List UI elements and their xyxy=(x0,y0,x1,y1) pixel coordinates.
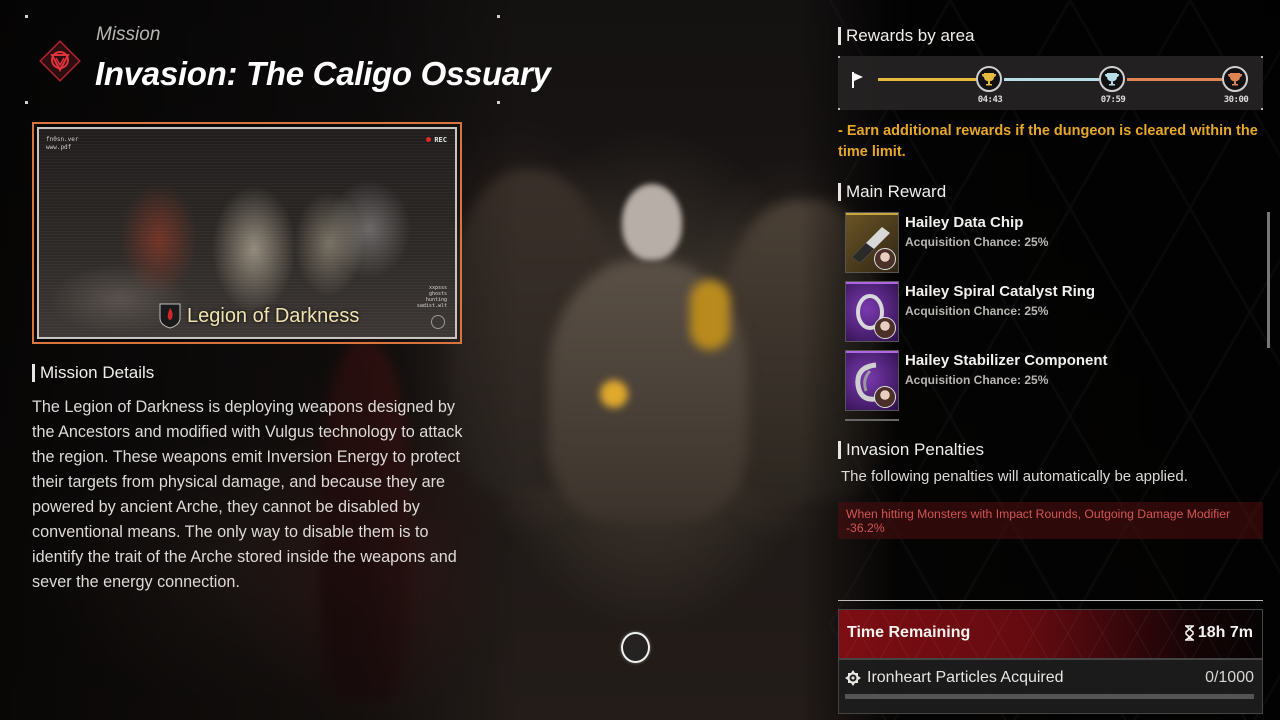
faction-preview: fn0sn.ver www.pdf REC xxpsss ghosts hunt… xyxy=(32,122,462,344)
timeline-segment-gold xyxy=(878,78,976,81)
globe-icon xyxy=(431,315,445,329)
background-figure xyxy=(690,280,730,350)
tier-time: 04:43 xyxy=(977,95,1003,105)
tier-time: 30:00 xyxy=(1223,95,1249,105)
rewards-by-area-heading: Rewards by area xyxy=(838,26,975,46)
rec-dot-icon xyxy=(426,137,432,142)
frame-corner xyxy=(497,101,500,104)
penalty-item: When hitting Monsters with Impact Rounds… xyxy=(838,502,1263,539)
ironheart-particles-panel: Ironheart Particles Acquired 0/1000 xyxy=(838,659,1263,714)
rec-indicator: REC xyxy=(426,136,447,144)
frame-corner xyxy=(25,15,28,18)
start-flag-icon xyxy=(852,72,863,88)
preview-image: fn0sn.ver www.pdf REC xxpsss ghosts hunt… xyxy=(37,127,457,339)
particles-progress-bar xyxy=(845,694,1254,699)
invasion-penalties-heading: Invasion Penalties xyxy=(838,440,984,460)
hourglass-icon xyxy=(1184,625,1194,641)
reward-item[interactable]: Hailey Stabilizer Component Acquisition … xyxy=(845,350,1245,419)
reward-list: Hailey Data Chip Acquisition Chance: 25%… xyxy=(845,212,1245,419)
cursor-ring xyxy=(621,632,650,663)
divider xyxy=(838,600,1263,601)
time-remaining-panel: Time Remaining 18h 7m xyxy=(838,609,1263,659)
invasion-emblem-icon xyxy=(37,38,83,84)
mission-details-text: The Legion of Darkness is deploying weap… xyxy=(32,398,463,591)
character-avatar xyxy=(874,248,896,270)
reward-thumbnail xyxy=(845,281,899,342)
character-avatar xyxy=(874,317,896,339)
frame-corner xyxy=(497,15,500,18)
reward-scrollbar[interactable] xyxy=(1267,212,1270,348)
mission-label: Mission xyxy=(96,24,161,45)
time-remaining-value: 18h 7m xyxy=(1184,624,1253,642)
tier-time: 07:59 xyxy=(1100,95,1126,105)
reward-item-partial xyxy=(845,419,899,421)
particles-value: 0/1000 xyxy=(1205,669,1254,686)
overlay-text: fn0sn.ver www.pdf xyxy=(46,136,79,151)
reward-item[interactable]: Hailey Data Chip Acquisition Chance: 25% xyxy=(845,212,1245,281)
timeline-segment-silver xyxy=(1004,78,1099,81)
silver-trophy-icon[interactable] xyxy=(1099,66,1125,92)
clear-time-timeline: 04:43 07:59 30:00 xyxy=(838,56,1263,110)
faction-name: Legion of Darkness xyxy=(187,304,360,327)
mission-details-heading: Mission Details xyxy=(32,363,154,383)
faction-badge: Legion of Darkness xyxy=(159,303,359,329)
character-avatar xyxy=(874,386,896,408)
bonus-reward-note: - Earn additional rewards if the dungeon… xyxy=(838,123,1258,160)
reward-thumbnail xyxy=(845,212,899,273)
particles-label: Ironheart Particles Acquired xyxy=(867,669,1064,686)
reward-item[interactable]: Hailey Spiral Catalyst Ring Acquisition … xyxy=(845,281,1245,350)
main-reward-heading: Main Reward xyxy=(838,182,946,202)
bronze-trophy-icon[interactable] xyxy=(1222,66,1248,92)
ironheart-particle-icon xyxy=(845,670,861,686)
frame-corner xyxy=(25,101,28,104)
background-figure xyxy=(600,380,628,408)
reward-thumbnail xyxy=(845,350,899,411)
gold-trophy-icon[interactable] xyxy=(976,66,1002,92)
overlay-text: xxpsss ghosts hunting sadist.wlt xyxy=(416,285,447,309)
faction-shield-icon xyxy=(159,303,181,329)
penalties-description: The following penalties will automatical… xyxy=(841,468,1188,485)
timeline-segment-bronze xyxy=(1127,78,1222,81)
time-remaining-label: Time Remaining xyxy=(847,624,971,641)
mission-title: Invasion: The Caligo Ossuary xyxy=(95,55,551,92)
background-figure xyxy=(622,184,682,260)
